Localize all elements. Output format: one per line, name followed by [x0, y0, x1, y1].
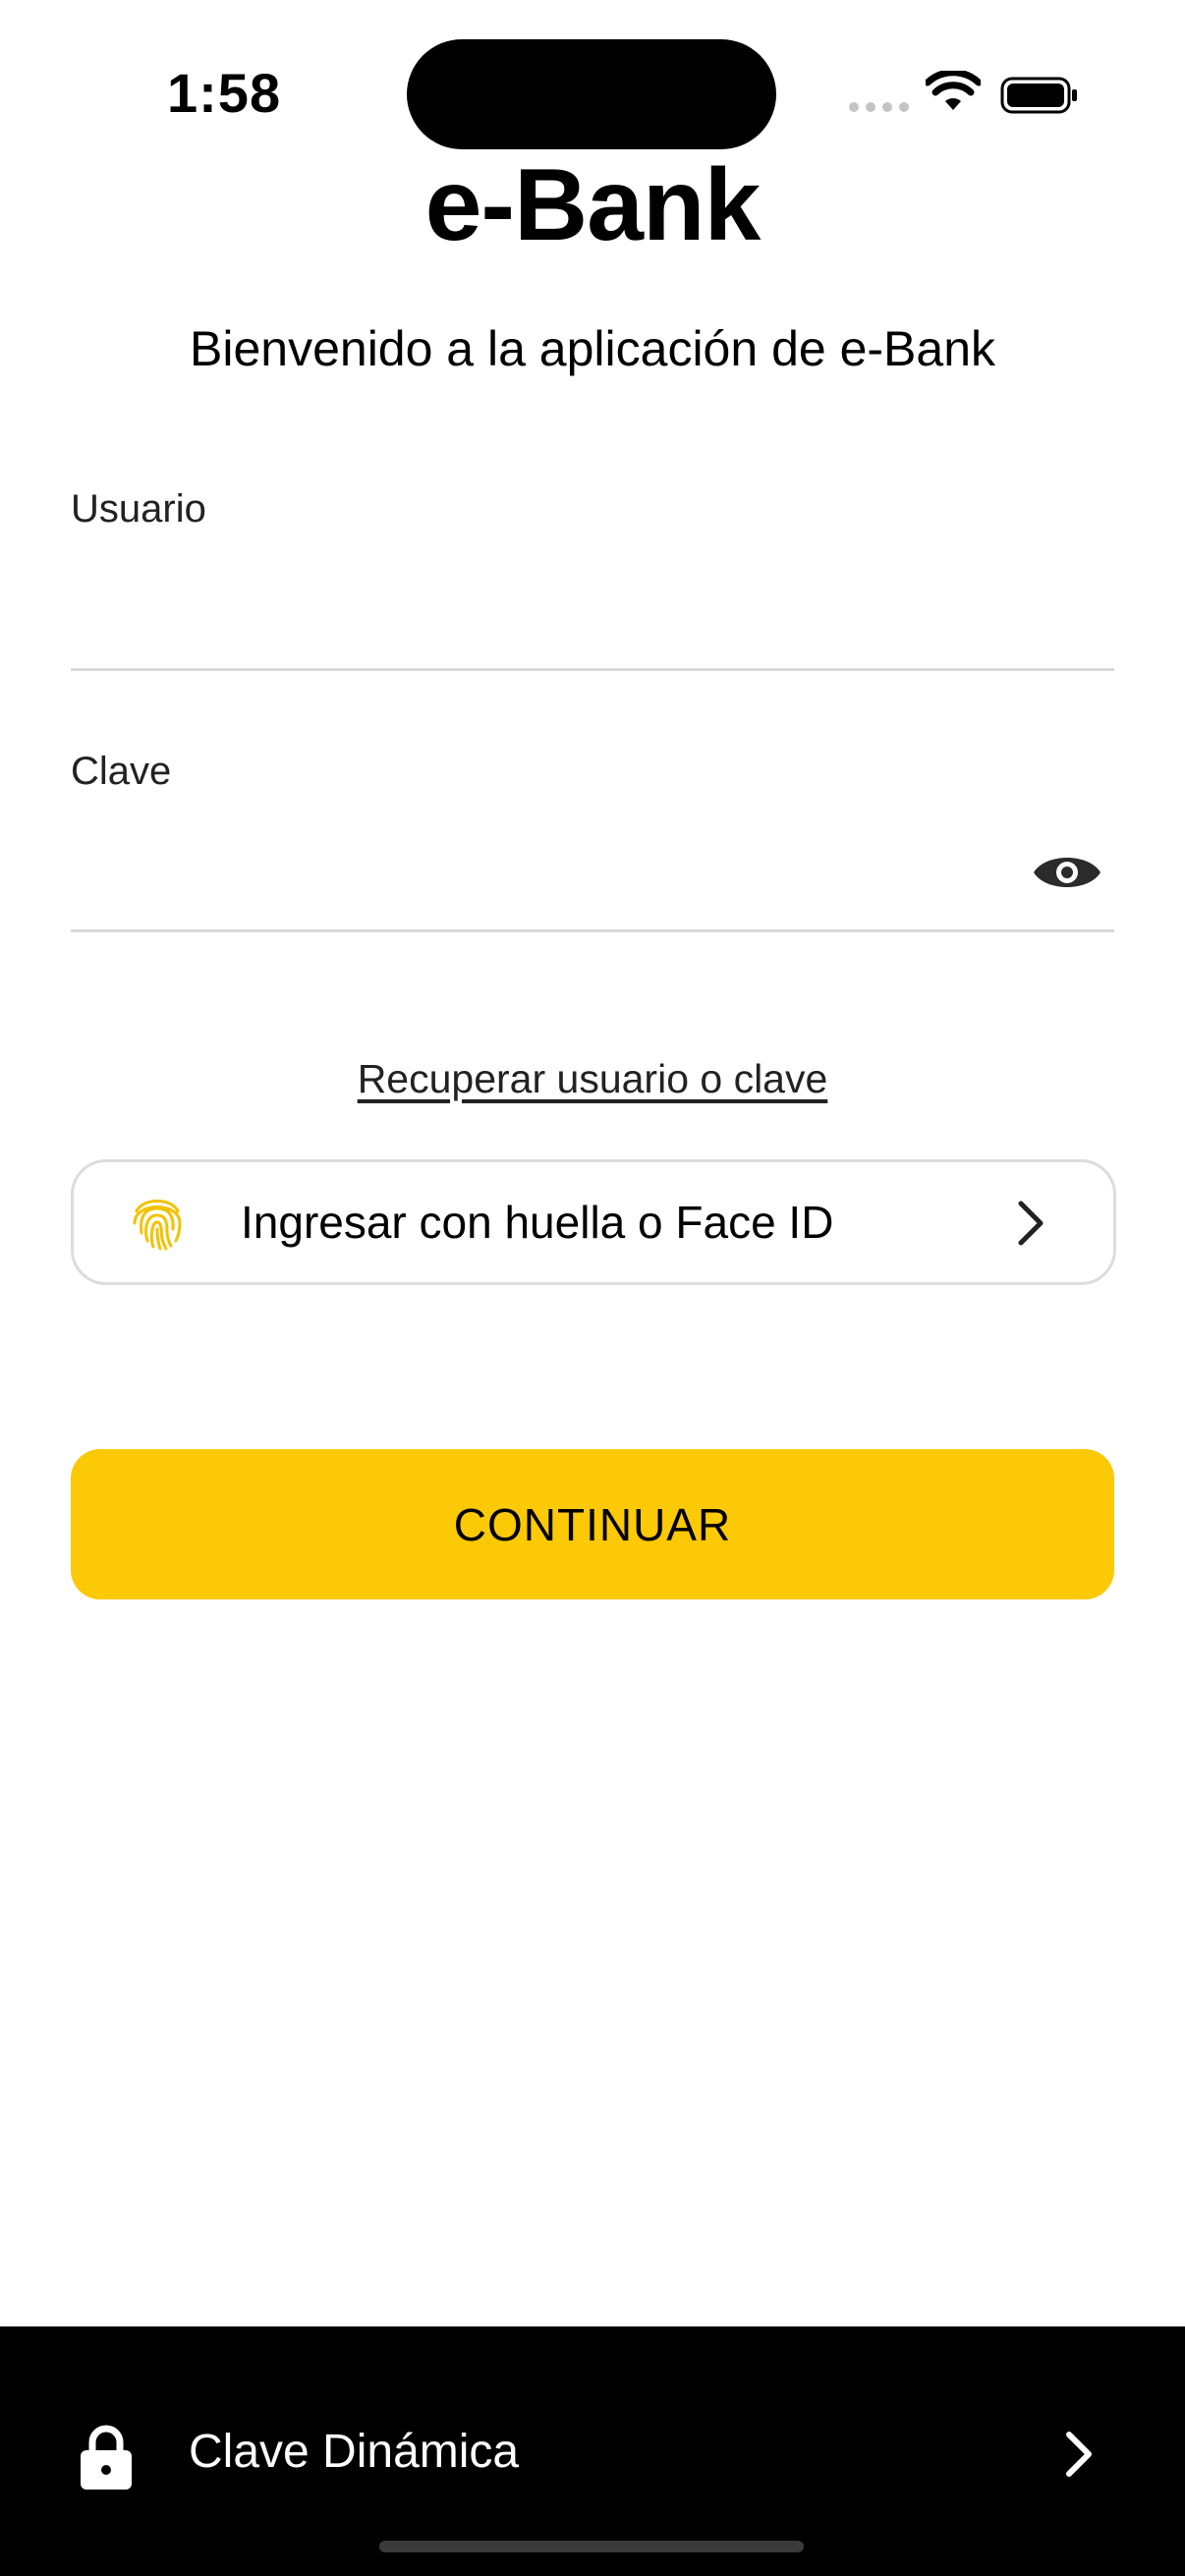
chevron-right-icon — [1066, 2432, 1092, 2477]
username-underline — [71, 668, 1114, 671]
biometric-login-label: Ingresar con huella o Face ID — [241, 1197, 834, 1248]
wifi-icon — [926, 71, 981, 110]
chevron-right-icon — [1018, 1201, 1044, 1246]
dynamic-island — [407, 39, 776, 149]
password-label: Clave — [71, 750, 172, 793]
username-label: Usuario — [71, 487, 206, 531]
password-underline — [71, 929, 1114, 932]
welcome-message: Bienvenido a la aplicación de e-Bank — [190, 321, 995, 376]
fingerprint-icon — [133, 1200, 182, 1251]
cellular-signal-icon — [849, 102, 909, 112]
eye-icon[interactable] — [1032, 847, 1102, 898]
password-input[interactable] — [71, 825, 1014, 920]
continue-button[interactable]: CONTINUAR — [71, 1449, 1114, 1599]
recover-credentials-link[interactable]: Recuperar usuario o clave — [0, 1056, 1185, 1102]
lock-icon — [81, 2425, 132, 2490]
dynamic-key-label: Clave Dinámica — [189, 2426, 520, 2478]
app-title: e-Bank — [424, 148, 762, 262]
home-indicator — [379, 2541, 804, 2552]
status-time: 1:58 — [167, 62, 282, 124]
username-input[interactable] — [71, 570, 1114, 664]
biometric-login-button[interactable]: Ingresar con huella o Face ID — [71, 1159, 1116, 1285]
dynamic-key-bar[interactable]: Clave Dinámica — [0, 2326, 1185, 2576]
battery-icon — [1000, 77, 1077, 114]
